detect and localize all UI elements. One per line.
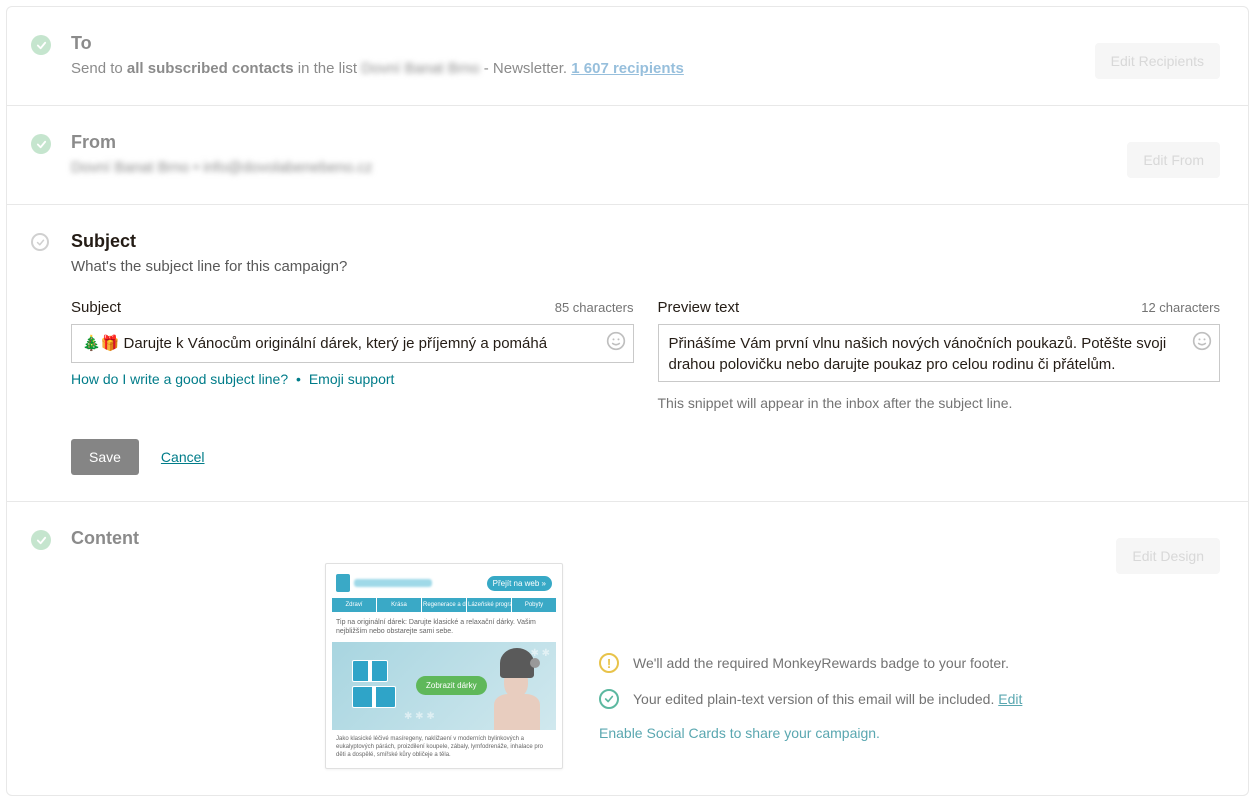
check-icon [31,35,51,55]
preview-nav: Zdraví Krása Regenerace a design těla Lá… [332,598,556,612]
email-preview-card[interactable]: Přejít na web » Zdraví Krása Regenerace … [325,563,563,769]
warning-icon: ! [599,653,619,673]
preview-text-input[interactable] [658,324,1221,382]
edit-plaintext-link[interactable]: Edit [998,691,1022,707]
subject-input[interactable] [71,324,634,363]
edit-from-button[interactable]: Edit From [1127,142,1220,178]
check-icon [31,134,51,154]
save-button[interactable]: Save [71,439,139,475]
subject-question: What's the subject line for this campaig… [71,256,1220,277]
section-content-title: Content [71,528,1104,549]
edit-design-button[interactable]: Edit Design [1116,538,1220,574]
campaign-setup-panel: To Send to all subscribed contacts in th… [6,6,1249,796]
emoji-picker-icon[interactable] [1192,331,1212,351]
preview-nav-item: Pobyty [512,598,556,612]
to-inlist: in the list [294,60,362,77]
preview-logo [336,574,432,592]
enable-social-cards-link[interactable]: Enable Social Cards to share your campai… [599,725,880,741]
check-open-icon [31,233,49,251]
to-list-name: Dovní Banat Brno [361,60,479,77]
monkeyrewards-msg: We'll add the required MonkeyRewards bad… [633,655,1009,671]
section-from: From Dovní Banat Brno • info@dovolabeneb… [7,106,1248,205]
from-details: Dovní Banat Brno • info@dovolabenebeno.c… [71,157,1115,178]
plaintext-msg: Your edited plain-text version of this e… [633,691,1022,707]
emoji-picker-icon[interactable] [606,331,626,351]
section-subject: Subject What's the subject line for this… [7,205,1248,502]
section-subject-title: Subject [71,231,1220,252]
preview-person [482,648,548,730]
preview-body-text: Jako klasické léčivé masíregeny, nakliža… [332,730,556,761]
edit-recipients-button[interactable]: Edit Recipients [1095,43,1220,79]
preview-web-button: Přejít na web » [487,576,552,591]
subject-help-link[interactable]: How do I write a good subject line? [71,371,288,387]
preview-desc: Tip na originální dárek: Darujte klasick… [332,612,556,642]
preview-field-label: Preview text [658,299,740,316]
to-prefix: Send to [71,60,127,77]
preview-cta: Zobrazit dárky [416,676,487,695]
preview-nav-item: Krása [377,598,421,612]
subject-field-label: Subject [71,299,121,316]
cancel-button[interactable]: Cancel [161,449,205,465]
section-content: Content Přejít na web » Zdraví Krása Reg… [7,502,1248,795]
section-to: To Send to all subscribed contacts in th… [7,7,1248,106]
subject-char-count: 85 characters [555,300,634,315]
preview-nav-item: Zdraví [332,598,376,612]
section-from-title: From [71,132,1115,153]
separator: • [296,371,301,387]
emoji-support-link[interactable]: Emoji support [309,371,395,387]
check-outline-icon [599,689,619,709]
preview-hero: Zobrazit dárky [332,642,556,730]
plaintext-msg-text: Your edited plain-text version of this e… [633,691,998,707]
recipients-link[interactable]: 1 607 recipients [571,60,684,77]
to-bold: all subscribed contacts [127,60,294,77]
preview-char-count: 12 characters [1141,300,1220,315]
check-icon [31,530,51,550]
preview-nav-item: Regenerace a design těla [422,598,466,612]
section-to-title: To [71,33,1083,54]
preview-nav-item: Lázeňské programy [467,598,511,612]
section-to-description: Send to all subscribed contacts in the l… [71,58,1083,79]
to-suffix: - Newsletter. [480,60,572,77]
snippet-note: This snippet will appear in the inbox af… [658,395,1221,411]
